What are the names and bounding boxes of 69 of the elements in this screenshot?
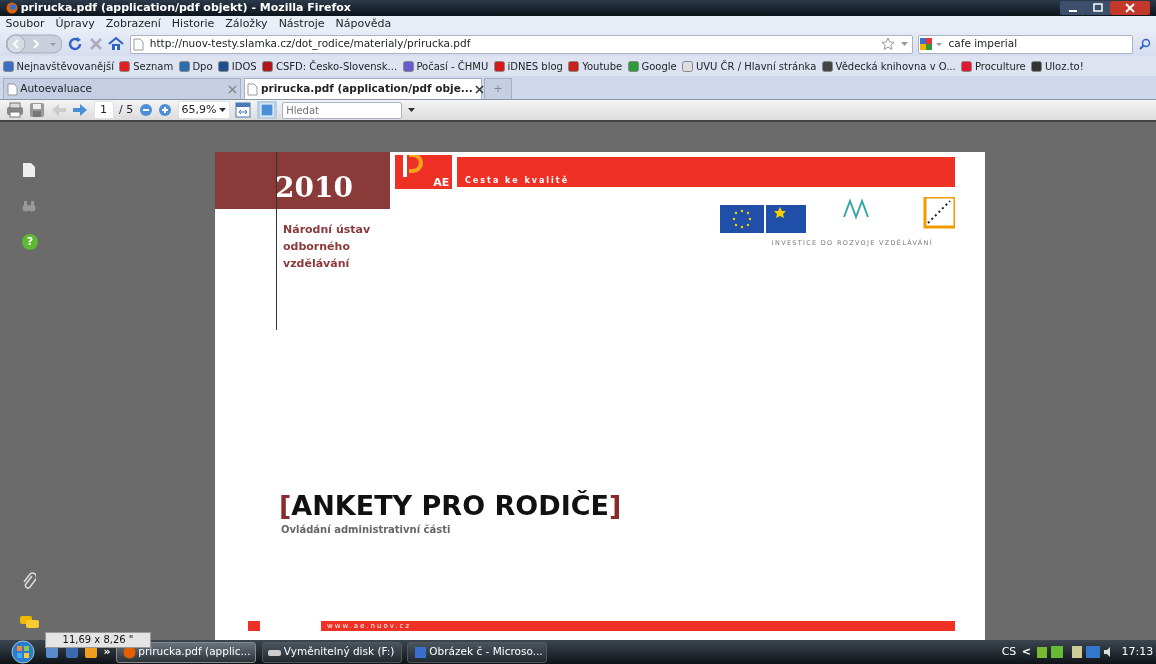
home-icon[interactable] <box>108 36 124 52</box>
comments-icon[interactable] <box>20 616 40 630</box>
search-icon[interactable] <box>1138 38 1151 50</box>
bookmark-item[interactable]: Seznam <box>119 58 174 74</box>
save-icon[interactable] <box>29 102 45 118</box>
page-icon <box>6 82 18 96</box>
paperclip-icon[interactable] <box>22 572 36 590</box>
bookmark-item[interactable]: Proculture <box>961 58 1026 74</box>
maximize-button[interactable] <box>1086 1 1110 15</box>
logo: AE <box>395 155 452 189</box>
zoom-out-icon[interactable] <box>138 103 153 117</box>
menu-item[interactable]: Zobrazení <box>105 15 161 33</box>
pages-icon[interactable] <box>22 162 36 178</box>
close-button[interactable] <box>1110 1 1150 15</box>
menu-item[interactable]: Historie <box>171 15 215 33</box>
bookmark-item[interactable]: Dpo <box>178 58 213 74</box>
close-icon[interactable] <box>475 84 485 94</box>
browser-logo-icon <box>122 645 136 659</box>
address-field[interactable]: http://nuov-testy.slamka.cz/dot_rodice/materialy/prirucka.pdf <box>129 34 913 54</box>
caret-icon[interactable] <box>407 107 415 113</box>
browser-logo-icon <box>6 2 18 14</box>
institute-name: Národní ústav odborného vzdělávání <box>283 222 372 272</box>
next-page-icon[interactable] <box>72 103 88 117</box>
bookmark-item[interactable]: Google <box>627 58 677 74</box>
menu-item[interactable]: Nápověda <box>335 15 392 33</box>
zoom-in-icon[interactable] <box>158 103 173 117</box>
minimize-button[interactable] <box>1060 1 1086 15</box>
footer-square <box>248 621 260 631</box>
bookmark-item[interactable]: Uloz.to! <box>1031 58 1084 74</box>
fit-page-icon[interactable] <box>256 101 277 119</box>
bookmark-item[interactable]: iDNES blog <box>493 58 563 74</box>
window-title: prirucka.pdf (application/pdf objekt) - Mozilla Firefox <box>20 0 352 16</box>
bookmark-item[interactable]: CSFD: Česko-Slovensk... <box>262 58 398 74</box>
dropdown-icon[interactable] <box>900 41 909 47</box>
find-field[interactable]: Hledat <box>282 101 403 119</box>
menu-item[interactable]: Soubor <box>5 15 45 33</box>
bookmark-item[interactable]: Počasí - ČHMU <box>402 58 489 74</box>
page-number-field[interactable]: 1 <box>93 100 114 120</box>
search-engine-icon[interactable] <box>919 37 943 51</box>
page-icon <box>133 37 145 51</box>
bookmark-item[interactable]: UVU ČR / Hlavní stránka <box>682 58 817 74</box>
reload-icon[interactable] <box>67 36 83 52</box>
fit-width-icon[interactable] <box>235 102 252 118</box>
language-indicator[interactable]: CS <box>1001 643 1017 661</box>
star-icon[interactable] <box>881 37 896 51</box>
taskbar-button[interactable]: Vyměnitelný disk (F:) <box>261 641 402 663</box>
zoom-dropdown[interactable]: 65,9% <box>177 100 230 120</box>
caret-icon <box>219 107 227 113</box>
browser-tab[interactable]: prirucka.pdf (application/pdf obje... <box>243 78 482 99</box>
slogan-bar: Cesta ke kvalitě <box>457 157 955 187</box>
page-size-tooltip: 11,69 x 8,26 " <box>45 632 151 648</box>
document-title: [ANKETY PRO RODIČE] <box>279 492 622 519</box>
page-count: / 5 <box>119 101 134 118</box>
browser-tab[interactable]: Autoevaluace <box>2 78 241 99</box>
taskbar-button[interactable]: Obrázek č - Microso... <box>407 641 548 663</box>
print-icon[interactable] <box>5 102 24 118</box>
bookmark-item[interactable]: Nejnavštěvovanější <box>2 58 114 74</box>
year-banner: 2010 <box>215 152 390 209</box>
tray-expand-arrow[interactable]: < <box>1021 643 1032 661</box>
clock: 17:13 <box>1121 643 1154 660</box>
bookmark-item[interactable]: IDOS <box>218 58 257 74</box>
page-icon <box>247 82 259 96</box>
bookmark-item[interactable]: Vědecká knihovna v O... <box>821 58 956 74</box>
bookmark-item[interactable]: Youtube <box>568 58 623 74</box>
menu-item[interactable]: Úpravy <box>55 15 95 33</box>
document-subtitle: Ovládání administrativní části <box>281 523 451 537</box>
menu-item[interactable]: Záložky <box>225 15 268 33</box>
menu-item[interactable]: Nástroje <box>278 15 325 33</box>
search-field[interactable]: cafe imperial <box>918 34 1133 54</box>
